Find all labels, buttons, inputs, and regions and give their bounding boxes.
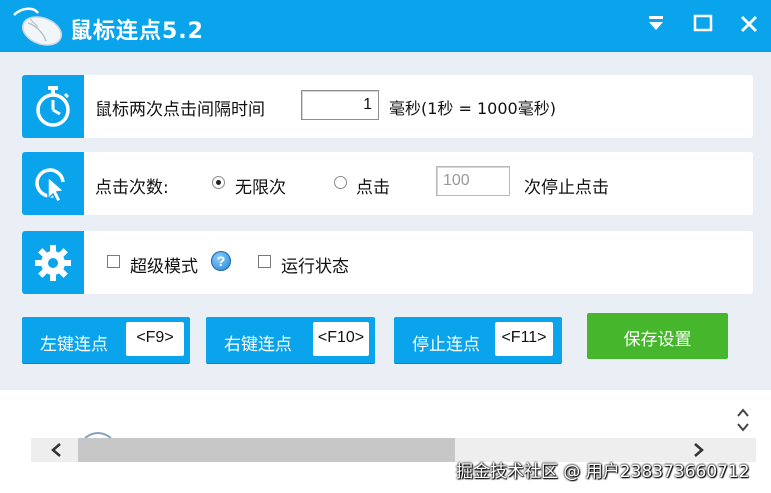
dropdown-minimize-icon	[649, 16, 663, 30]
super-mode-label[interactable]: 超级模式	[130, 252, 198, 277]
right-click-button[interactable]: 右键连点 <F10>	[206, 317, 375, 363]
watermark-text: 掘金技术社区 @ 用户238373660712	[456, 462, 750, 482]
click-count-icon-tile	[22, 152, 84, 215]
interval-label: 鼠标两次点击间隔时间	[95, 100, 265, 120]
settings-icon-tile	[22, 231, 84, 294]
limited-radio[interactable]	[334, 176, 347, 189]
unlimited-radio[interactable]	[212, 176, 225, 189]
limited-radio-label[interactable]: 点击	[356, 173, 390, 198]
partial-image	[84, 432, 112, 438]
interval-unit-text: 毫秒(1秒 = 1000毫秒)	[389, 99, 556, 118]
left-click-button-label: 左键连点	[40, 335, 108, 355]
horizontal-scroll-thumb[interactable]	[78, 438, 455, 462]
click-limit-suffix: 次停止点击	[524, 178, 609, 198]
cursor-click-icon	[35, 167, 66, 203]
close-button[interactable]	[736, 10, 762, 38]
title-bar: 鼠标连点5.2	[0, 0, 771, 52]
scroll-down-icon[interactable]	[734, 420, 752, 434]
interval-input[interactable]: 1	[301, 90, 379, 120]
running-status-checkbox[interactable]	[258, 255, 271, 268]
left-click-hotkey: <F9>	[126, 322, 184, 356]
save-settings-label: 保存设置	[623, 330, 692, 350]
save-settings-button[interactable]: 保存设置	[587, 313, 728, 359]
right-click-button-label: 右键连点	[224, 335, 292, 355]
mouse-icon	[13, 7, 63, 46]
stopwatch-icon	[36, 85, 70, 127]
stop-click-button-label: 停止连点	[412, 335, 480, 355]
minimize-button[interactable]	[643, 10, 669, 38]
stop-click-button[interactable]: 停止连点 <F11>	[394, 317, 562, 363]
click-count-panel: 点击次数: 无限次 点击 100 次停止点击	[22, 152, 753, 215]
help-icon[interactable]: ?	[211, 251, 231, 271]
running-status-label[interactable]: 运行状态	[281, 252, 349, 277]
scroll-left-icon[interactable]	[49, 442, 65, 458]
click-count-label: 点击次数:	[95, 178, 169, 198]
interval-panel: 鼠标两次点击间隔时间 1 毫秒(1秒 = 1000毫秒)	[22, 75, 753, 138]
scroll-up-icon[interactable]	[734, 406, 752, 420]
right-click-hotkey: <F10>	[313, 322, 369, 356]
unlimited-radio-label[interactable]: 无限次	[235, 173, 286, 198]
stop-click-hotkey: <F11>	[495, 322, 553, 356]
close-icon	[741, 16, 757, 32]
click-limit-input[interactable]: 100	[436, 166, 510, 196]
maximize-icon	[693, 14, 713, 32]
maximize-button[interactable]	[690, 10, 716, 38]
gear-icon	[35, 244, 71, 281]
app-window: 鼠标连点5.2 鼠标两次点击间隔时间 1 毫秒(1秒 = 1000毫秒) 点击次…	[0, 0, 771, 493]
window-title: 鼠标连点5.2	[70, 19, 204, 44]
scroll-right-icon[interactable]	[690, 442, 706, 458]
left-click-button[interactable]: 左键连点 <F9>	[22, 317, 190, 363]
settings-panel: 超级模式 ? 运行状态	[22, 231, 753, 294]
interval-icon-tile	[22, 75, 84, 138]
super-mode-checkbox[interactable]	[107, 255, 120, 268]
